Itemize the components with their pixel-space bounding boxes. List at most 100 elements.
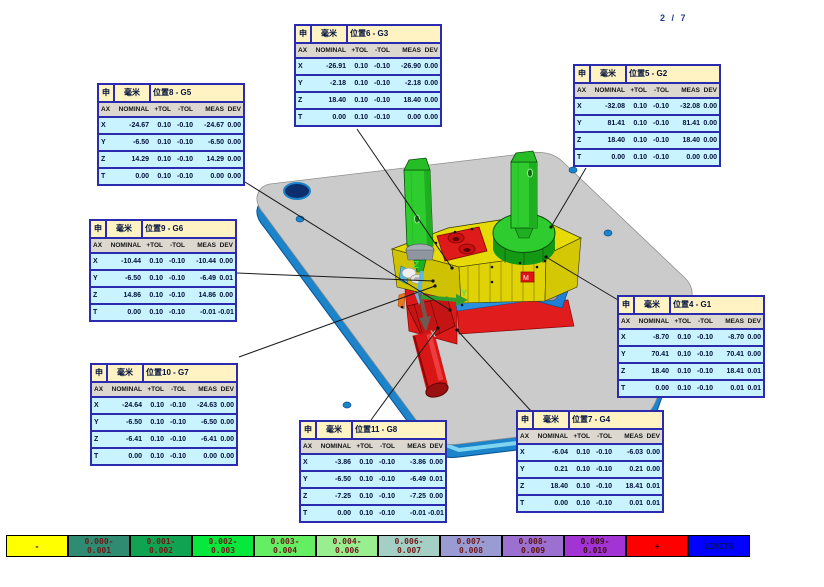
value-cell: 0.10: [348, 97, 370, 104]
flag-row-y: Y-6.500.10-0.10-6.490.01: [91, 271, 235, 288]
value-cell: 14.29: [113, 156, 151, 163]
flag-row-z: Z14.290.10-0.1014.290.00: [99, 152, 243, 169]
value-cell: 0.10: [353, 510, 375, 517]
col-header-nominal: NOMINAL: [315, 443, 353, 450]
flag-row-t: T0.000.10-0.10-0.01-0.01: [301, 506, 445, 521]
col-header-ax: AX: [99, 106, 113, 113]
axis-label: Z: [301, 493, 315, 500]
dimension-flag-g3[interactable]: 申 毫米 位置6 - G3 AXNOMINAL+TOL-TOLMEASDEV X…: [294, 24, 442, 127]
value-cell: -0.01: [428, 510, 445, 517]
value-cell: -24.63: [188, 402, 219, 409]
value-cell: 0.00: [310, 114, 348, 121]
dimension-flag-g5[interactable]: 申 毫米 位置8 - G5 AXNOMINAL+TOL-TOLMEASDEV X…: [97, 83, 245, 186]
units-label: 毫米: [107, 221, 143, 237]
dimension-flag-g7[interactable]: 申 毫米 位置10 - G7 AXNOMINAL+TOL-TOLMEASDEV …: [90, 363, 238, 466]
flag-title: 位置11 - G8: [353, 422, 445, 438]
value-cell: 0.10: [570, 449, 592, 456]
value-cell: 0.10: [627, 120, 649, 127]
value-cell: -26.90: [392, 63, 423, 70]
col-header-mtol: -TOL: [370, 47, 392, 54]
legend-cell: 0.004-0.006: [316, 535, 378, 557]
value-cell: 0.00: [633, 385, 671, 392]
dimension-flag-g4[interactable]: 申 毫米 位置7 - G4 AXNOMINAL+TOL-TOLMEASDEV X…: [516, 410, 664, 513]
flag-title: 位置7 - G4: [570, 412, 662, 428]
value-cell: 0.10: [144, 436, 166, 443]
value-cell: -6.50: [113, 139, 151, 146]
flag-row-x: X-3.860.10-0.10-3.860.00: [301, 455, 445, 472]
legend-cell: 0.006-0.007: [378, 535, 440, 557]
col-header-mtol: -TOL: [592, 433, 614, 440]
value-cell: -2.18: [310, 80, 348, 87]
value-cell: -0.10: [166, 453, 188, 460]
value-cell: -3.86: [397, 459, 428, 466]
axis-label: Z: [91, 292, 105, 299]
value-cell: -0.10: [375, 493, 397, 500]
flag-row-y: Y0.210.10-0.100.210.00: [518, 462, 662, 479]
value-cell: 18.41: [614, 483, 645, 490]
col-header-nominal: NOMINAL: [532, 433, 570, 440]
value-cell: -10.44: [187, 258, 218, 265]
value-cell: 0.01: [645, 500, 662, 507]
flag-row-x: X-26.910.10-0.10-26.900.00: [296, 59, 440, 76]
value-cell: 0.00: [219, 436, 236, 443]
col-header-dev: DEV: [645, 433, 662, 440]
value-cell: -6.41: [106, 436, 144, 443]
value-cell: -0.01: [397, 510, 428, 517]
value-cell: 0.00: [219, 419, 236, 426]
axis-label: T: [518, 500, 532, 507]
value-cell: -0.10: [166, 402, 188, 409]
axis-label: T: [575, 154, 589, 161]
value-cell: 18.40: [532, 483, 570, 490]
value-cell: 0.10: [348, 63, 370, 70]
value-cell: -0.10: [693, 351, 715, 358]
value-cell: 0.01: [645, 483, 662, 490]
col-header-mtol: -TOL: [693, 318, 715, 325]
dimension-flag-g1[interactable]: 申 毫米 位置4 - G1 AXNOMINAL+TOL-TOLMEASDEV X…: [617, 295, 765, 398]
axis-label: T: [619, 385, 633, 392]
value-cell: -32.08: [671, 103, 702, 110]
value-cell: 0.01: [715, 385, 746, 392]
value-cell: -0.10: [173, 173, 195, 180]
value-cell: -6.41: [188, 436, 219, 443]
col-header-ax: AX: [301, 443, 315, 450]
col-header-dev: DEV: [423, 47, 440, 54]
value-cell: -0.10: [165, 258, 187, 265]
flag-row-y: Y-6.500.10-0.10-6.490.01: [301, 472, 445, 489]
column-header-row: AXNOMINAL+TOL-TOLMEASDEV: [92, 383, 236, 398]
legend-cell: 0.008-0.009: [502, 535, 564, 557]
flag-title: 位置8 - G5: [151, 85, 243, 101]
units-label: 毫米: [108, 365, 144, 381]
value-cell: 0.00: [702, 137, 719, 144]
dimension-flag-g2[interactable]: 申 毫米 位置5 - G2 AXNOMINAL+TOL-TOLMEASDEV X…: [573, 64, 721, 167]
value-cell: 0.00: [219, 402, 236, 409]
col-header-ax: AX: [619, 318, 633, 325]
value-cell: 0.10: [143, 258, 165, 265]
legend-cell: LIMITS: [688, 535, 750, 557]
units-label: 毫米: [312, 26, 348, 42]
flag-title: 位置6 - G3: [348, 26, 440, 42]
value-cell: -0.10: [649, 103, 671, 110]
col-header-ptol: +TOL: [627, 87, 649, 94]
value-cell: -8.70: [633, 334, 671, 341]
position-symbol-icon: 申: [619, 297, 635, 313]
dimension-flag-g8[interactable]: 申 毫米 位置11 - G8 AXNOMINAL+TOL-TOLMEASDEV …: [299, 420, 447, 523]
value-cell: 0.10: [353, 493, 375, 500]
flag-row-z: Z18.400.10-0.1018.410.01: [619, 364, 763, 381]
value-cell: -0.10: [649, 120, 671, 127]
value-cell: 0.00: [423, 97, 440, 104]
value-cell: 0.00: [428, 493, 445, 500]
value-cell: 0.10: [570, 483, 592, 490]
axis-label: X: [99, 122, 113, 129]
value-cell: 0.00: [226, 122, 243, 129]
col-header-meas: MEAS: [188, 386, 219, 393]
report-canvas: M: [0, 0, 824, 587]
col-header-ptol: +TOL: [671, 318, 693, 325]
col-header-nominal: NOMINAL: [589, 87, 627, 94]
dimension-flag-g6[interactable]: 申 毫米 位置9 - G6 AXNOMINAL+TOL-TOLMEASDEV X…: [89, 219, 237, 322]
value-cell: 0.01: [218, 275, 235, 282]
col-header-meas: MEAS: [392, 47, 423, 54]
col-header-nominal: NOMINAL: [310, 47, 348, 54]
flag-row-y: Y-6.500.10-0.10-6.500.00: [92, 415, 236, 432]
axis-label: Z: [575, 137, 589, 144]
value-cell: 0.00: [105, 309, 143, 316]
